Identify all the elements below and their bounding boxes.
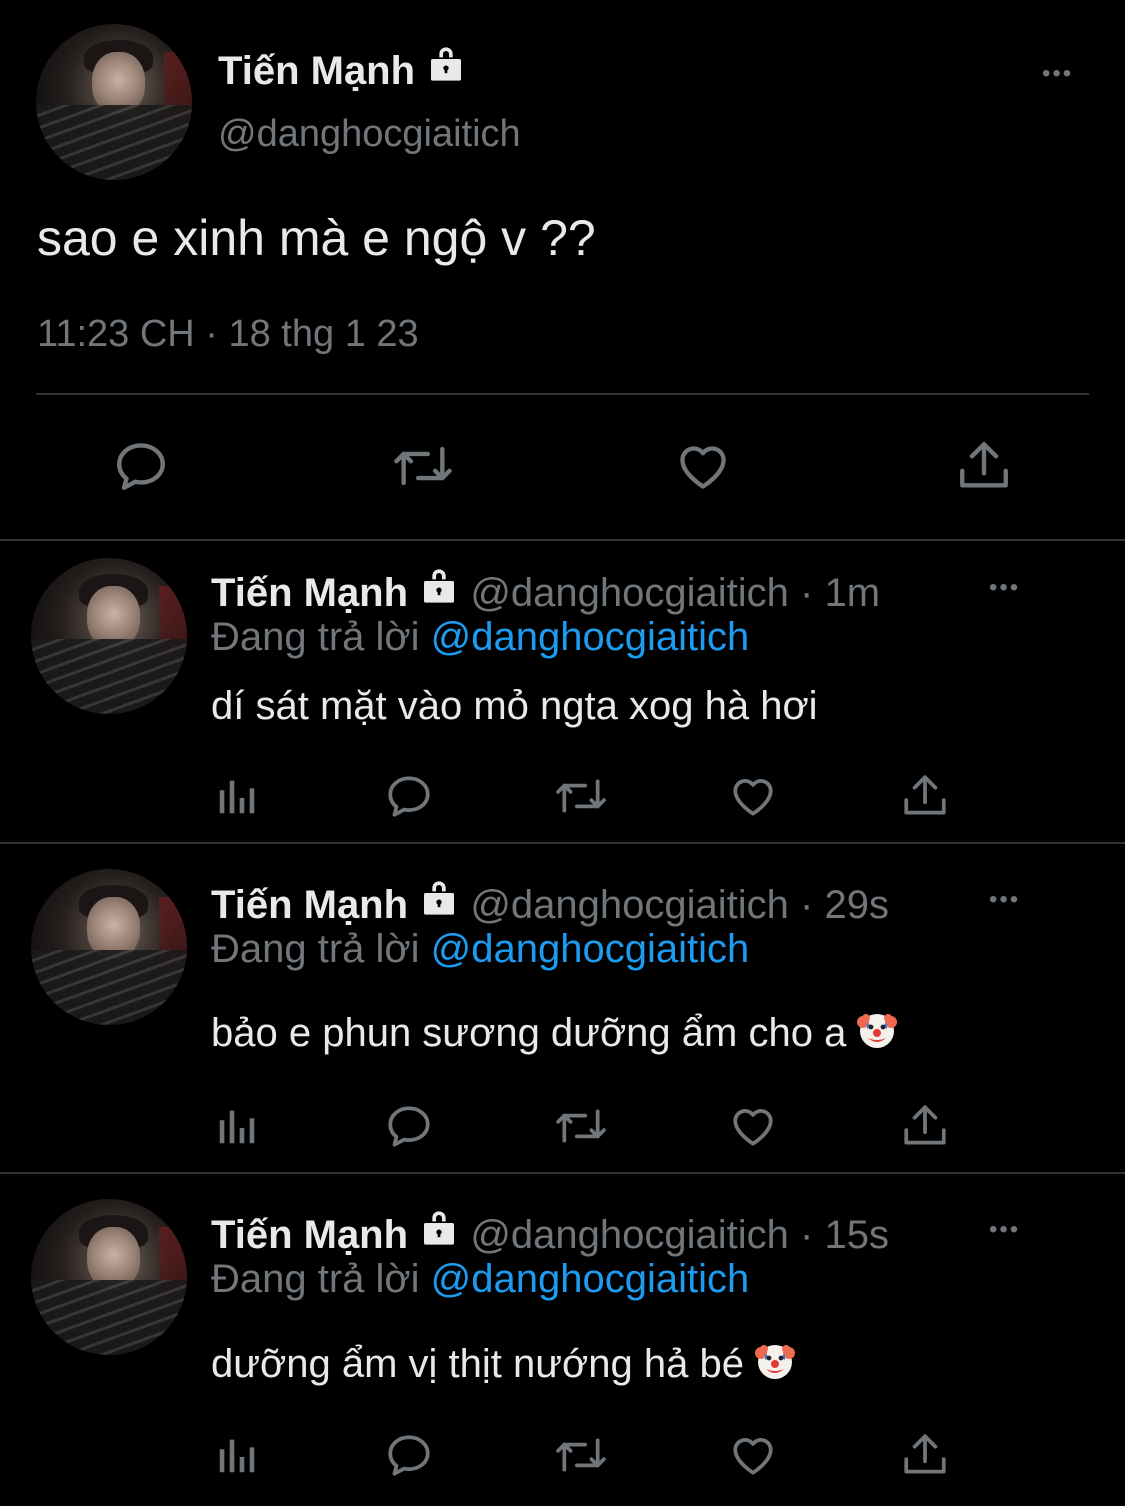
- section-divider: [0, 1172, 1125, 1174]
- avatar[interactable]: [31, 1199, 187, 1355]
- reply-text-content: dí sát mặt vào mỏ ngta xog hà hơi: [211, 684, 818, 728]
- mention-link[interactable]: @danghocgiaitich: [431, 1257, 750, 1301]
- reply-text-content: dưỡng ẩm vị thịt nướng hả bé: [211, 1342, 744, 1386]
- replying-prefix: Đang trả lời: [211, 615, 420, 659]
- like-icon[interactable]: [728, 771, 778, 821]
- retweet-icon[interactable]: [553, 1430, 609, 1480]
- main-tweet-divider: [36, 393, 1089, 395]
- lock-icon: [419, 878, 459, 928]
- reply-icon[interactable]: [384, 771, 434, 821]
- reply-header: Tiến Mạnh @danghocgiaitich · 15s: [211, 1208, 889, 1258]
- reply-time[interactable]: · 1m: [800, 571, 880, 615]
- reply-icon[interactable]: [384, 1101, 434, 1151]
- author-handle[interactable]: @danghocgiaitich: [470, 1213, 789, 1257]
- replying-prefix: Đang trả lời: [211, 927, 420, 971]
- reply-time[interactable]: · 29s: [800, 883, 889, 927]
- author-name[interactable]: Tiến Mạnh: [218, 44, 466, 94]
- tweet-text: sao e xinh mà e ngộ v ??: [37, 210, 596, 266]
- reply-header: Tiến Mạnh @danghocgiaitich · 29s: [211, 878, 889, 928]
- author-handle[interactable]: @danghocgiaitich: [470, 571, 789, 615]
- reply-text: dí sát mặt vào mỏ ngta xog hà hơi: [211, 683, 818, 729]
- retweet-icon[interactable]: [553, 771, 609, 821]
- like-icon[interactable]: [728, 1430, 778, 1480]
- replying-to: Đang trả lời @danghocgiaitich: [211, 614, 749, 660]
- reply-icon[interactable]: [112, 437, 170, 495]
- lock-icon: [419, 1208, 459, 1258]
- replying-prefix: Đang trả lời: [211, 1257, 420, 1301]
- mention-link[interactable]: @danghocgiaitich: [431, 615, 750, 659]
- replying-to: Đang trả lời @danghocgiaitich: [211, 1256, 749, 1302]
- display-name[interactable]: Tiến Mạnh: [211, 571, 408, 615]
- more-options-icon[interactable]: •••: [1042, 62, 1073, 86]
- clown-face-icon: [755, 1341, 796, 1391]
- avatar[interactable]: [31, 558, 187, 714]
- retweet-icon[interactable]: [390, 437, 456, 495]
- avatar[interactable]: [31, 869, 187, 1025]
- replying-to: Đang trả lời @danghocgiaitich: [211, 926, 749, 972]
- more-options-icon[interactable]: •••: [989, 576, 1020, 600]
- author-handle[interactable]: @danghocgiaitich: [470, 883, 789, 927]
- mention-link[interactable]: @danghocgiaitich: [431, 927, 750, 971]
- section-divider: [0, 539, 1125, 541]
- reply-icon[interactable]: [384, 1430, 434, 1480]
- display-name[interactable]: Tiến Mạnh: [211, 1213, 408, 1257]
- section-divider: [0, 842, 1125, 844]
- lock-icon: [426, 44, 466, 94]
- share-icon[interactable]: [900, 1430, 950, 1480]
- retweet-icon[interactable]: [553, 1101, 609, 1151]
- avatar[interactable]: [36, 24, 192, 180]
- reply-text-content: bảo e phun sương dưỡng ẩm cho a: [211, 1011, 847, 1055]
- like-icon[interactable]: [728, 1101, 778, 1151]
- tweet-timestamp[interactable]: 11:23 CH · 18 thg 1 23: [37, 312, 419, 356]
- analytics-icon[interactable]: [214, 1103, 260, 1149]
- analytics-icon[interactable]: [214, 773, 260, 819]
- author-handle[interactable]: @danghocgiaitich: [218, 112, 521, 156]
- display-name[interactable]: Tiến Mạnh: [211, 883, 408, 927]
- reply-text: bảo e phun sương dưỡng ẩm cho a: [211, 1010, 898, 1060]
- reply-time[interactable]: · 15s: [800, 1213, 889, 1257]
- lock-icon: [419, 566, 459, 616]
- share-icon[interactable]: [900, 1101, 950, 1151]
- reply-text: dưỡng ẩm vị thịt nướng hả bé: [211, 1341, 796, 1391]
- display-name: Tiến Mạnh: [218, 49, 416, 93]
- share-icon[interactable]: [955, 437, 1013, 495]
- share-icon[interactable]: [900, 771, 950, 821]
- reply-header: Tiến Mạnh @danghocgiaitich · 1m: [211, 566, 880, 616]
- more-options-icon[interactable]: •••: [989, 888, 1020, 912]
- like-icon[interactable]: [674, 437, 732, 495]
- analytics-icon[interactable]: [214, 1432, 260, 1478]
- clown-face-icon: [857, 1010, 898, 1060]
- more-options-icon[interactable]: •••: [989, 1218, 1020, 1242]
